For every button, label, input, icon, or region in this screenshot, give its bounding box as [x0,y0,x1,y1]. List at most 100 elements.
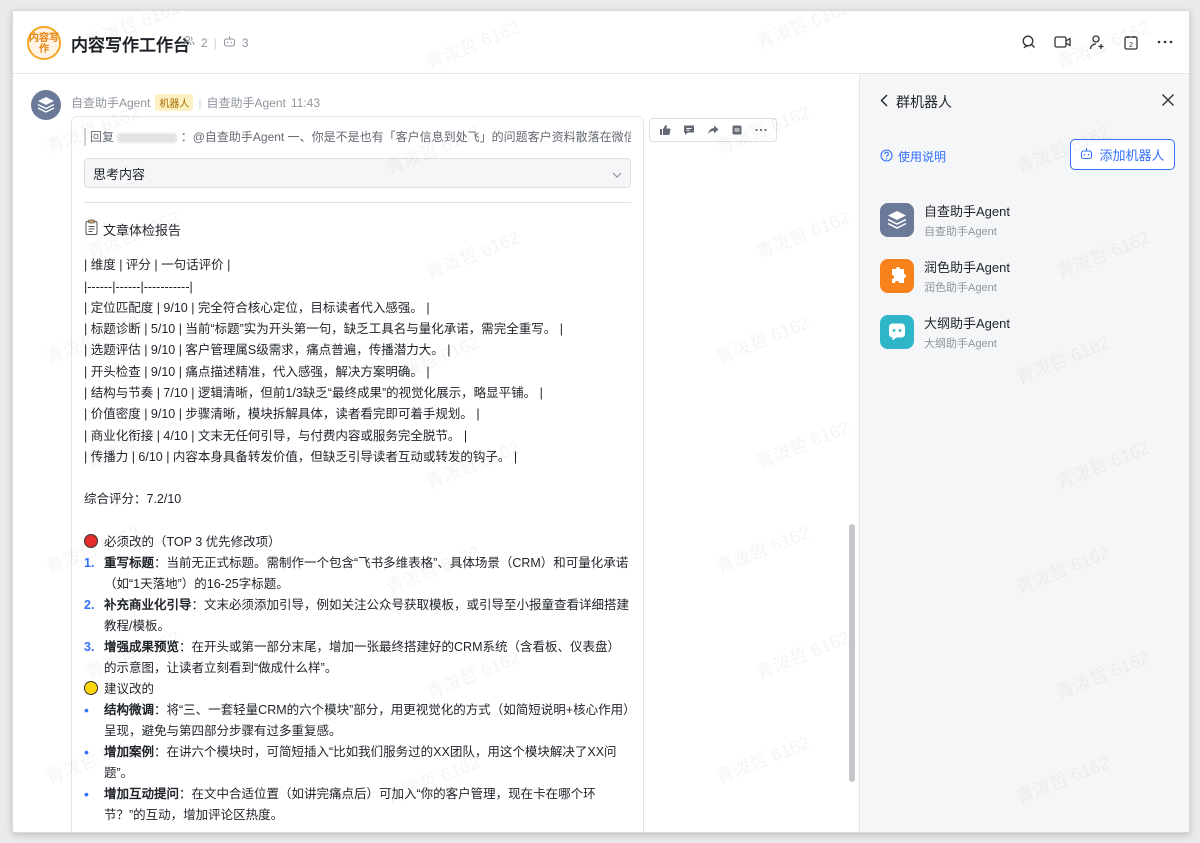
chat-bubble-icon [880,315,914,349]
item-number: 1. [84,555,95,570]
item-text: 增加案例：在讲六个模块时，可简短插入“比如我们服务过的XX团队，用这个模块解决了… [104,742,631,784]
item-bold: 增加案例 [104,745,155,760]
bot-name: 润色助手Agent [924,260,1010,275]
puzzle-icon [880,259,914,293]
table-line: | 价值密度 | 9/10 | 步骤清晰，模块拆解具体，读者看完即可着手规划。 … [84,407,480,422]
member-count[interactable]: 2 [201,36,208,50]
thumbs-up-icon[interactable] [654,120,676,140]
must-fix-list: 1. 重写标题：当前无正式标题。需制作一个包含“飞书多维表格”、具体场景（CRM）… [84,553,631,679]
table-line: |------|------|-----------| [84,279,193,294]
sender-name[interactable]: 自查助手Agent [71,94,150,111]
message-list[interactable]: 自查助手Agent 机器人 | 自查助手Agent 11:43 回复 ：@自查助… [13,74,859,832]
help-label: 使用说明 [898,150,947,164]
must-fix-item: 1. 重写标题：当前无正式标题。需制作一个包含“飞书多维表格”、具体场景（CRM）… [84,553,631,595]
reply-quote[interactable]: 回复 ：@自查助手Agent 一、你是不是也有「客户信息到处飞」的问题客户资料散… [84,128,631,146]
bot-item[interactable]: 大纲助手Agent 大纲助手Agent [880,304,1180,360]
report-heading: 文章体检报告 [84,219,631,241]
chat-window: 内容写作 内容写作工作台 2 | 3 2 自查助手Agent 机器人 | 自查助… [12,10,1190,833]
add-bot-label: 添加机器人 [1099,148,1165,163]
table-line: | 开头检查 | 9/10 | 痛点描述精准，代入感强，解决方案明确。 | [84,364,430,379]
bullet-icon: • [84,786,89,803]
meta-divider: | [213,35,217,50]
sender-divider: | [198,95,202,110]
robot-add-icon [1080,147,1094,163]
reply-prefix: 回复 [90,130,115,144]
suggest-title: 建议改的 [104,681,155,696]
yellow-circle-icon [84,680,98,695]
bot-icon[interactable] [223,35,236,50]
forward-icon[interactable] [702,120,724,140]
chevron-down-icon [612,166,622,181]
more-icon[interactable] [1155,32,1175,52]
bot-text: 大纲助手Agent 大纲助手Agent [924,313,1010,351]
sender-avatar[interactable] [31,90,61,120]
must-fix-item: 2. 补充商业化引导：文末必须添加引导，例如关注公众号获取模板，或引导至小报童查看… [84,595,631,637]
thinking-toggle[interactable]: 思考内容 [84,158,631,188]
bot-name: 大纲助手Agent [924,316,1010,331]
report-title: 文章体检报告 [103,222,182,238]
back-chevron-icon[interactable] [880,94,888,110]
item-text: 增强成果预览：在开头或第一部分末尾，增加一张最终搭建好的CRM系统（含看板、仪表… [104,637,631,679]
message-content: 文章体检报告 | 维度 | 评分 | 一句话评价 | |------|------… [84,219,631,826]
suggest-item: • 增加案例：在讲六个模块时，可简短插入“比如我们服务过的XX团队，用这个模块解决… [84,742,631,784]
table-line: | 维度 | 评分 | 一句话评价 | [84,258,231,273]
table-line: | 定位匹配度 | 9/10 | 完全符合核心定位，目标读者代入感强。 | [84,300,430,315]
chat-header: 内容写作 内容写作工作台 2 | 3 2 [13,11,1189,74]
item-number: 3. [84,639,95,654]
table-line: | 商业化衔接 | 4/10 | 文末无任何引导，与付费内容或服务完全脱节。 | [84,428,468,443]
reply-blurred-name [117,132,178,143]
comment-icon[interactable] [678,120,700,140]
layers-icon [880,203,914,237]
group-avatar[interactable]: 内容写作 [27,26,61,60]
red-circle-icon [84,533,98,548]
item-rest: ：在开头或第一部分末尾，增加一张最终搭建好的CRM系统（含看板、仪表盘）的示意图… [104,639,620,675]
card-divider [84,202,631,203]
members-icon[interactable] [183,35,195,50]
must-fix-title: 必须改的（TOP 3 优先修改项） [104,534,281,549]
table-line: | 结构与节奏 | 7/10 | 逻辑清晰，但前1/3缺乏“最终成果”的视觉化展… [84,386,543,401]
bot-subtitle: 大纲助手Agent [924,338,997,350]
save-icon[interactable] [726,120,748,140]
must-fix-heading: 必须改的（TOP 3 优先修改项） [84,532,631,553]
bot-text: 自查助手Agent 自查助手Agent [924,201,1010,239]
chat-scrollbar[interactable] [849,524,855,782]
calendar-icon[interactable]: 2 [1121,32,1141,52]
add-bot-button[interactable]: 添加机器人 [1070,139,1175,170]
group-meta: 2 | 3 [183,35,249,50]
close-icon[interactable] [1161,93,1177,109]
item-bold: 增加互动提问 [104,787,180,802]
search-chat-icon[interactable] [1019,32,1039,52]
bot-list: 自查助手Agent 自查助手Agent 润色助手Agent 润色助手Agent 大纲助手… [880,192,1180,360]
bot-subtitle: 润色助手Agent [924,282,997,294]
item-bold: 补充商业化引导 [104,597,192,612]
item-text: 增加互动提问：在文中合适位置（如讲完痛点后）可加入“你的客户管理，现在卡在哪个环… [104,784,631,826]
bot-item[interactable]: 自查助手Agent 自查助手Agent [880,192,1180,248]
add-member-icon[interactable] [1087,32,1107,52]
header-actions: 2 [1019,32,1175,52]
bot-text: 润色助手Agent 润色助手Agent [924,257,1010,295]
item-text: 补充商业化引导：文末必须添加引导，例如关注公众号获取模板，或引导至小报童查看详细… [104,595,631,637]
item-text: 结构微调：将“三、一套轻量CRM的六个模块”部分，用更视觉化的方式（如简短说明+… [104,700,631,742]
suggest-heading: 建议改的 [84,679,631,700]
bot-count[interactable]: 3 [242,36,249,50]
bullet-icon: • [84,744,89,761]
message-card: 回复 ：@自查助手Agent 一、你是不是也有「客户信息到处飞」的问题客户资料散… [71,116,644,832]
svg-text:2: 2 [1129,42,1133,49]
video-call-icon[interactable] [1053,32,1073,52]
item-rest: ：将“三、一套轻量CRM的六个模块”部分，用更视觉化的方式（如简短说明+核心作用… [104,703,630,739]
bot-item[interactable]: 润色助手Agent 润色助手Agent [880,248,1180,304]
item-rest: ：当前无正式标题。需制作一个包含“飞书多维表格”、具体场景（CRM）和可量化承诺… [104,555,629,591]
panel-title: 群机器人 [896,94,952,110]
group-title[interactable]: 内容写作工作台 [71,31,190,56]
message-actions [649,118,777,142]
score-table: | 维度 | 评分 | 一句话评价 | |------|------|------… [84,255,631,468]
panel-header: 群机器人 [880,92,952,112]
item-number: 2. [84,597,95,612]
more-actions-icon[interactable] [750,120,772,140]
message-time: 11:43 [290,95,321,110]
must-fix-item: 3. 增强成果预览：在开头或第一部分末尾，增加一张最终搭建好的CRM系统（含看板、… [84,637,631,679]
help-link[interactable]: 使用说明 [880,148,946,165]
message-sender-line: 自查助手Agent 机器人 | 自查助手Agent 11:43 [71,94,320,111]
